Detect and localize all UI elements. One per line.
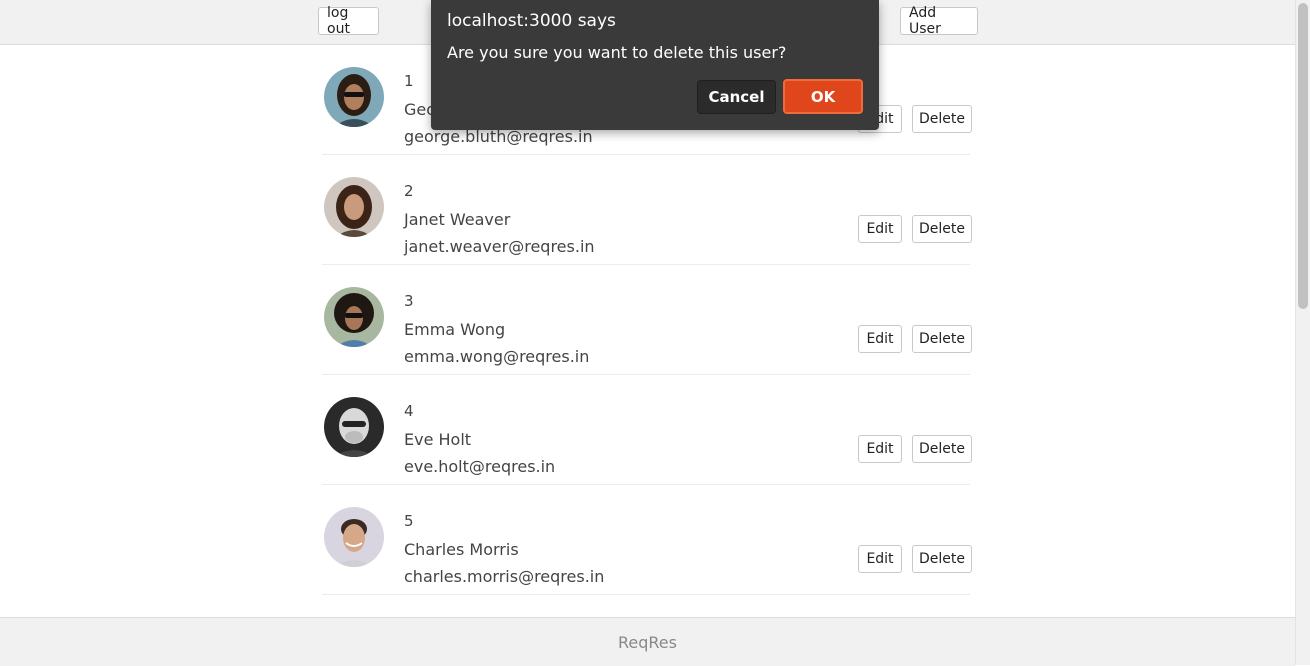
list-item: 2 Janet Weaver janet.weaver@reqres.in Ed… bbox=[322, 155, 972, 265]
avatar bbox=[324, 177, 384, 237]
user-id: 2 bbox=[404, 182, 414, 200]
dialog-title: localhost:3000 says bbox=[447, 11, 616, 31]
avatar bbox=[324, 397, 384, 457]
user-email: charles.morris@reqres.in bbox=[404, 567, 605, 586]
dialog-message: Are you sure you want to delete this use… bbox=[447, 43, 787, 62]
list-item: 3 Emma Wong emma.wong@reqres.in Edit Del… bbox=[322, 265, 972, 375]
logout-button[interactable]: log out bbox=[318, 5, 379, 37]
user-id: 1 bbox=[404, 72, 414, 90]
avatar bbox=[324, 287, 384, 347]
footer-text: ReqRes bbox=[618, 632, 677, 652]
avatar bbox=[324, 507, 384, 567]
user-name: Emma Wong bbox=[404, 320, 506, 339]
delete-button[interactable]: Delete bbox=[912, 545, 972, 573]
list-item: 5 Charles Morris charles.morris@reqres.i… bbox=[322, 485, 972, 595]
avatar bbox=[324, 67, 384, 127]
add-user-button[interactable]: Add User bbox=[900, 5, 978, 37]
delete-button[interactable]: Delete bbox=[912, 215, 972, 243]
list-item: 4 Eve Holt eve.holt@reqres.in Edit Delet… bbox=[322, 375, 972, 485]
delete-button[interactable]: Delete bbox=[912, 435, 972, 463]
edit-button[interactable]: Edit bbox=[858, 545, 902, 573]
user-id: 3 bbox=[404, 292, 414, 310]
vertical-scrollbar[interactable] bbox=[1295, 0, 1310, 665]
user-id: 5 bbox=[404, 512, 414, 530]
cancel-button[interactable]: Cancel bbox=[697, 80, 776, 114]
user-name: Charles Morris bbox=[404, 540, 519, 559]
app-footer: ReqRes bbox=[0, 617, 1295, 666]
user-email: emma.wong@reqres.in bbox=[404, 347, 590, 366]
delete-button[interactable]: Delete bbox=[912, 105, 972, 133]
user-id: 4 bbox=[404, 402, 414, 420]
edit-button[interactable]: Edit bbox=[858, 435, 902, 463]
ok-button[interactable]: OK bbox=[783, 79, 863, 114]
edit-button[interactable]: Edit bbox=[858, 215, 902, 243]
user-email: janet.weaver@reqres.in bbox=[404, 237, 595, 256]
edit-button[interactable]: Edit bbox=[858, 325, 902, 353]
user-email: eve.holt@reqres.in bbox=[404, 457, 556, 476]
user-name: Eve Holt bbox=[404, 430, 472, 449]
user-name: Janet Weaver bbox=[404, 210, 511, 229]
confirm-dialog: localhost:3000 says Are you sure you wan… bbox=[431, 0, 879, 130]
delete-button[interactable]: Delete bbox=[912, 325, 972, 353]
scrollbar-thumb[interactable] bbox=[1298, 3, 1308, 309]
